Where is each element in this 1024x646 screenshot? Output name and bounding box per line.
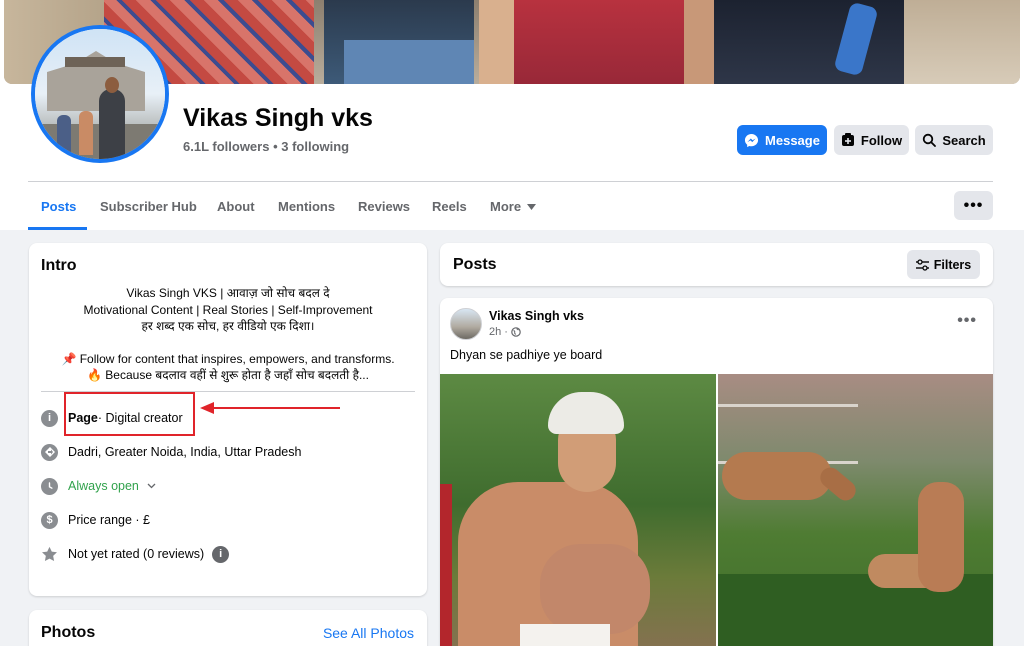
intro-location[interactable]: Dadri, Greater Noida, India, Uttar Prade… (41, 442, 421, 462)
post-author-name[interactable]: Vikas Singh vks (489, 309, 584, 323)
directions-icon (41, 443, 58, 461)
profile-header: Vikas Singh vks 6.1L followers • 3 follo… (0, 0, 1024, 230)
posts-title: Posts (453, 256, 497, 273)
posts-header-card: Posts Filters (440, 243, 993, 286)
tab-subscriber-hub[interactable]: Subscriber Hub (100, 199, 197, 214)
post-photo-deer[interactable] (718, 374, 993, 646)
post-text: Dhyan se padhiye ye board (450, 348, 603, 362)
clock-icon (41, 477, 58, 495)
bio-line: हर शब्द एक सोच, हर वीडियो एक दिशा। (141, 319, 315, 333)
bio-line: 📌 Follow for content that inspires, empo… (61, 351, 395, 366)
tab-reels[interactable]: Reels (432, 199, 467, 214)
message-label: Message (765, 132, 820, 148)
tab-more[interactable]: More (490, 199, 537, 214)
intro-price-range: $ Price range · £ (41, 510, 421, 530)
info-icon[interactable]: i (212, 545, 230, 563)
star-icon (41, 546, 58, 563)
intro-rating: Not yet rated (0 reviews) i (41, 544, 421, 564)
post-timestamp[interactable]: 2h · (489, 326, 521, 338)
location-text: Dadri, Greater Noida, India, Uttar Prade… (68, 445, 302, 459)
filters-button[interactable]: Filters (907, 250, 980, 279)
photos-card: Photos See All Photos (29, 610, 427, 646)
post-photo-statue[interactable] (440, 374, 716, 646)
tab-reviews[interactable]: Reviews (358, 199, 410, 214)
follower-stats[interactable]: 6.1L followers • 3 following (183, 139, 349, 154)
search-icon (923, 133, 937, 147)
messenger-icon (744, 133, 759, 147)
dollar-icon: $ (41, 511, 58, 529)
intro-hours[interactable]: Always open (41, 476, 421, 496)
photos-title: Photos (41, 624, 96, 641)
tab-posts[interactable]: Posts (41, 199, 76, 214)
profile-name: Vikas Singh vks (183, 104, 373, 132)
hours-status: Always open (68, 479, 139, 493)
active-tab-indicator (28, 227, 87, 230)
bio-line: Vikas Singh VKS | आवाज़ जो सोच बदल दे (126, 286, 330, 300)
price-range-text: Price range · £ (68, 513, 150, 527)
annotation-arrow (212, 407, 340, 409)
bio-line: 🔥 Because बदलाव वहीं से शुरू होता है जहा… (87, 368, 369, 382)
intro-bio: Vikas Singh VKS | आवाज़ जो सोच बदल दे Mo… (29, 285, 427, 384)
message-button[interactable]: Message (737, 125, 827, 155)
filters-icon (915, 258, 929, 271)
caret-down-icon (527, 203, 537, 210)
see-all-photos-link[interactable]: See All Photos (323, 625, 414, 641)
post-time-text: 2h · (489, 326, 508, 338)
tab-about[interactable]: About (217, 199, 255, 214)
bio-spacer (29, 335, 427, 351)
post-options-button[interactable]: ••• (957, 312, 977, 330)
annotation-highlight-box (64, 392, 195, 436)
follow-button[interactable]: Follow (834, 125, 909, 155)
profile-avatar[interactable] (35, 29, 165, 159)
tab-mentions[interactable]: Mentions (278, 199, 335, 214)
tab-more-label: More (490, 199, 522, 214)
post-author-avatar[interactable] (450, 308, 482, 340)
search-label: Search (942, 132, 986, 148)
post-card: Vikas Singh vks 2h · ••• Dhyan se padhiy… (440, 298, 993, 646)
info-icon: i (41, 409, 58, 427)
globe-icon (511, 327, 521, 337)
bio-line: Motivational Content | Real Stories | Se… (83, 302, 373, 317)
chevron-down-icon (147, 483, 156, 489)
rating-text: Not yet rated (0 reviews) (68, 547, 205, 561)
search-button[interactable]: Search (915, 125, 993, 155)
follow-icon (841, 133, 854, 146)
intro-title: Intro (41, 257, 77, 274)
filters-label: Filters (933, 257, 972, 272)
header-divider (28, 181, 993, 182)
more-options-button[interactable]: ••• (954, 191, 993, 220)
annotation-arrow-head (200, 402, 214, 414)
follow-label: Follow (860, 132, 903, 148)
